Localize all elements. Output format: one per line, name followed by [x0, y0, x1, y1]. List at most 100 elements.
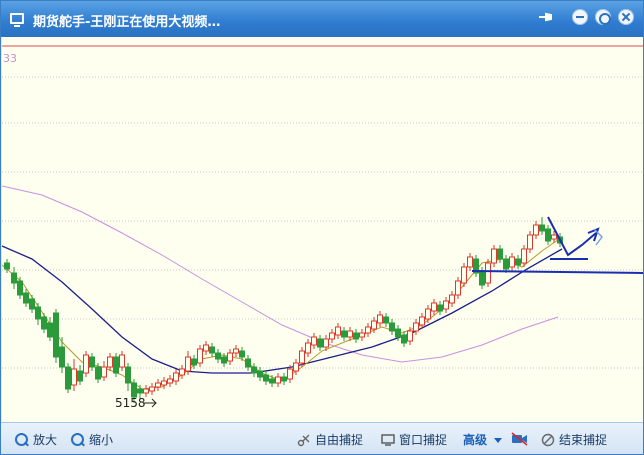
close-icon[interactable]	[618, 9, 634, 25]
candle-body	[221, 356, 227, 364]
candle-body	[125, 366, 131, 384]
candle-body	[251, 366, 257, 374]
candle-body	[281, 376, 287, 382]
candle-body	[509, 256, 515, 268]
candle-body	[149, 386, 155, 392]
candle-body	[539, 224, 545, 232]
free-capture-label: 自由捕捉	[315, 433, 364, 447]
candle-body	[95, 366, 101, 380]
candle-body	[545, 228, 551, 242]
candle-body	[119, 354, 125, 368]
candle-body	[137, 388, 143, 394]
candle-body	[179, 368, 185, 376]
candle-body	[311, 336, 317, 346]
minimize-icon[interactable]	[572, 9, 588, 25]
zoom-in-label: 放大	[33, 433, 58, 447]
candle-body	[359, 332, 365, 338]
candle-body	[413, 322, 419, 332]
ma-long-line	[2, 185, 559, 363]
candle-body	[407, 330, 413, 342]
candle-body	[131, 382, 137, 398]
candle-body	[239, 350, 245, 358]
title-bar[interactable]: 期货舵手-王刚正在使用大视频…	[1, 1, 643, 37]
candle-body	[29, 298, 35, 310]
advanced-dropdown[interactable]: 高级	[463, 431, 502, 447]
candle-body	[437, 304, 443, 312]
monitor-icon	[10, 13, 24, 27]
magnifier-icon	[71, 432, 85, 447]
candle-body	[35, 306, 41, 320]
candle-body	[161, 380, 167, 386]
candle-body	[461, 266, 467, 284]
window-capture-label: 窗口捕捉	[399, 433, 448, 447]
window-title: 期货舵手-王刚正在使用大视频…	[33, 15, 221, 30]
kline-chart-area[interactable]: 5158 33	[2, 37, 643, 422]
candle-body	[521, 248, 527, 264]
candle-body	[389, 322, 395, 332]
candle-body	[11, 272, 17, 284]
candle-body	[245, 358, 251, 368]
candle-body	[107, 356, 113, 368]
candle-body	[4, 262, 10, 270]
candle-body	[431, 302, 437, 312]
candle-body	[419, 316, 425, 326]
candle-body	[233, 348, 239, 354]
candle-body	[383, 316, 389, 324]
candle-body	[341, 330, 347, 338]
candle-body	[491, 248, 497, 264]
magnifier-icon	[15, 432, 29, 447]
candle-body	[191, 358, 197, 366]
candle-body	[263, 374, 269, 382]
candle-body	[329, 332, 335, 340]
candle-body	[47, 322, 53, 338]
candle-body	[53, 312, 59, 358]
stop-icon	[541, 433, 555, 447]
zoom-out-label: 缩小	[89, 433, 114, 447]
candle-body	[215, 352, 221, 360]
pin-icon[interactable]	[537, 9, 553, 25]
candle-body	[71, 368, 77, 386]
candle-body	[395, 328, 401, 338]
candle-body	[83, 354, 89, 374]
video-camera-icon	[511, 431, 529, 446]
candle-body	[479, 270, 485, 286]
candle-body	[23, 292, 29, 304]
candle-body	[167, 378, 173, 384]
low-price-annotation: 5158	[115, 396, 146, 410]
zoom-in-button[interactable]: 放大	[15, 431, 57, 447]
window-capture-button[interactable]: 窗口捕捉	[381, 431, 447, 447]
candle-body	[113, 356, 119, 374]
monitor-icon	[381, 433, 395, 447]
capture-window: 期货舵手-王刚正在使用大视频… 5158 33 放大 缩小 自由捕捉 窗口捕捉	[0, 0, 644, 455]
candle-body	[467, 256, 473, 268]
free-capture-button[interactable]: 自由捕捉	[297, 431, 363, 447]
candle-body	[185, 356, 191, 372]
candle-body	[455, 280, 461, 296]
end-capture-button[interactable]: 结束捕捉	[541, 431, 607, 447]
candle-body	[227, 352, 233, 362]
candle-body	[323, 338, 329, 348]
candle-body	[143, 388, 149, 394]
candle-body	[449, 294, 455, 304]
candle-body	[209, 346, 215, 354]
candle-body	[287, 368, 293, 380]
candle-body	[89, 356, 95, 368]
candle-body	[533, 224, 539, 236]
candle-body	[515, 258, 521, 266]
candle-body	[353, 332, 359, 340]
candle-body	[17, 280, 23, 296]
candle-body	[365, 326, 371, 334]
candle-body	[155, 382, 161, 388]
candle-body	[443, 300, 449, 310]
candlestick-chart: 5158	[2, 45, 643, 410]
candle-body	[173, 372, 179, 382]
candle-body	[347, 330, 353, 338]
candle-body	[317, 338, 323, 348]
candle-body	[257, 370, 263, 378]
candle-body	[497, 248, 503, 260]
record-video-button[interactable]	[511, 431, 533, 447]
end-capture-label: 结束捕捉	[559, 433, 608, 447]
support-line-drawing	[471, 270, 643, 274]
zoom-out-button[interactable]: 缩小	[71, 431, 113, 447]
restore-icon[interactable]	[595, 9, 611, 25]
